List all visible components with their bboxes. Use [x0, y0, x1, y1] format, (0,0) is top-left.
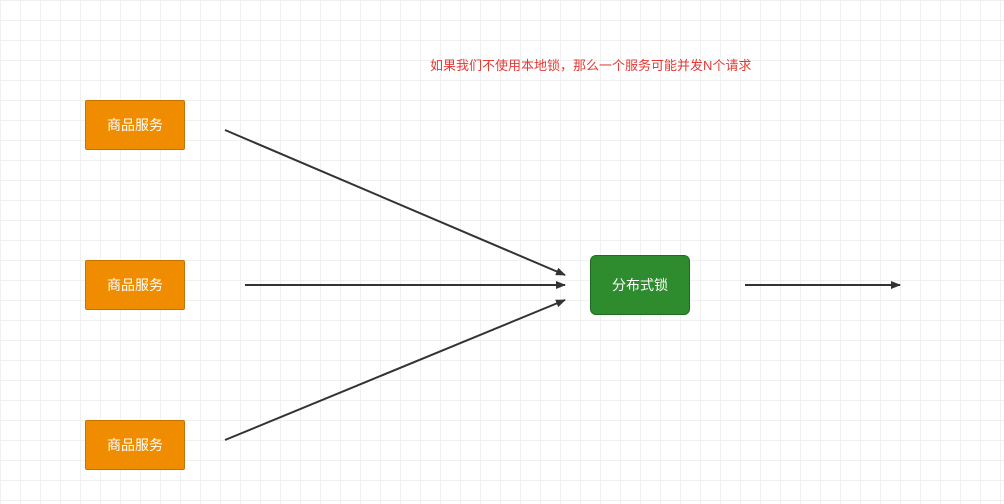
service-node-2[interactable]: 商品服务: [85, 260, 185, 310]
service-node-3[interactable]: 商品服务: [85, 420, 185, 470]
distributed-lock-node[interactable]: 分布式锁: [590, 255, 690, 315]
arrow-service3-to-lock: [225, 300, 565, 440]
caption-text: 如果我们不使用本地锁，那么一个服务可能并发N个请求: [430, 55, 751, 74]
service-node-1-label: 商品服务: [107, 115, 163, 135]
service-node-3-label: 商品服务: [107, 435, 163, 455]
arrow-service1-to-lock: [225, 130, 565, 275]
service-node-1[interactable]: 商品服务: [85, 100, 185, 150]
distributed-lock-label: 分布式锁: [612, 275, 668, 295]
service-node-2-label: 商品服务: [107, 275, 163, 295]
